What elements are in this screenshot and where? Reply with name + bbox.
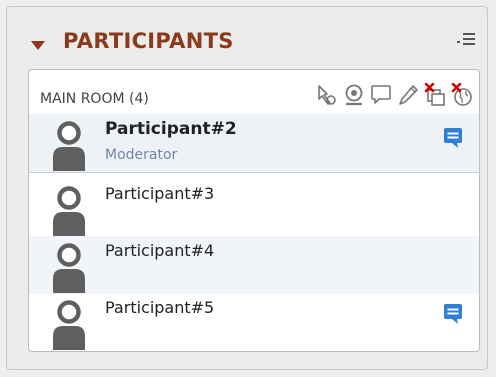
participant-name: Participant#5 bbox=[105, 298, 215, 317]
participant-row[interactable]: Participant#5 bbox=[29, 293, 479, 351]
room-title: MAIN ROOM (4) bbox=[40, 91, 149, 107]
room-header: MAIN ROOM (4) bbox=[29, 70, 479, 114]
chat-icon[interactable] bbox=[443, 127, 463, 149]
participant-name: Participant#2 bbox=[105, 119, 237, 139]
panel-title: PARTICIPANTS bbox=[63, 29, 234, 53]
share-screen-disabled-icon[interactable] bbox=[424, 83, 446, 107]
participant-row[interactable]: Participant#3 bbox=[29, 179, 479, 237]
participant-role: Moderator bbox=[105, 147, 178, 163]
main-room-list: MAIN ROOM (4) Participant#2 Moderator Pa… bbox=[28, 69, 480, 352]
chat-icon[interactable] bbox=[443, 303, 463, 325]
avatar bbox=[49, 241, 89, 293]
participant-name: Participant#3 bbox=[105, 184, 215, 203]
participant-row[interactable]: Participant#4 bbox=[29, 236, 479, 294]
panel-header[interactable]: PARTICIPANTS bbox=[7, 7, 487, 65]
avatar bbox=[49, 119, 89, 171]
participant-name: Participant#4 bbox=[105, 241, 215, 260]
collapse-arrow-icon[interactable] bbox=[31, 41, 45, 50]
globe-disabled-icon[interactable] bbox=[451, 83, 473, 107]
participant-row[interactable]: Participant#2 Moderator bbox=[29, 114, 479, 173]
avatar bbox=[49, 184, 89, 236]
avatar bbox=[49, 298, 89, 350]
chat-bubble-icon[interactable] bbox=[370, 83, 392, 107]
participants-panel: PARTICIPANTS MAIN ROOM (4) Participant#2… bbox=[6, 6, 488, 370]
webcam-icon[interactable] bbox=[343, 83, 365, 107]
pencil-icon[interactable] bbox=[397, 83, 419, 107]
room-tools bbox=[316, 83, 473, 109]
pointer-icon[interactable] bbox=[316, 83, 338, 107]
panel-menu-icon[interactable] bbox=[457, 33, 475, 47]
